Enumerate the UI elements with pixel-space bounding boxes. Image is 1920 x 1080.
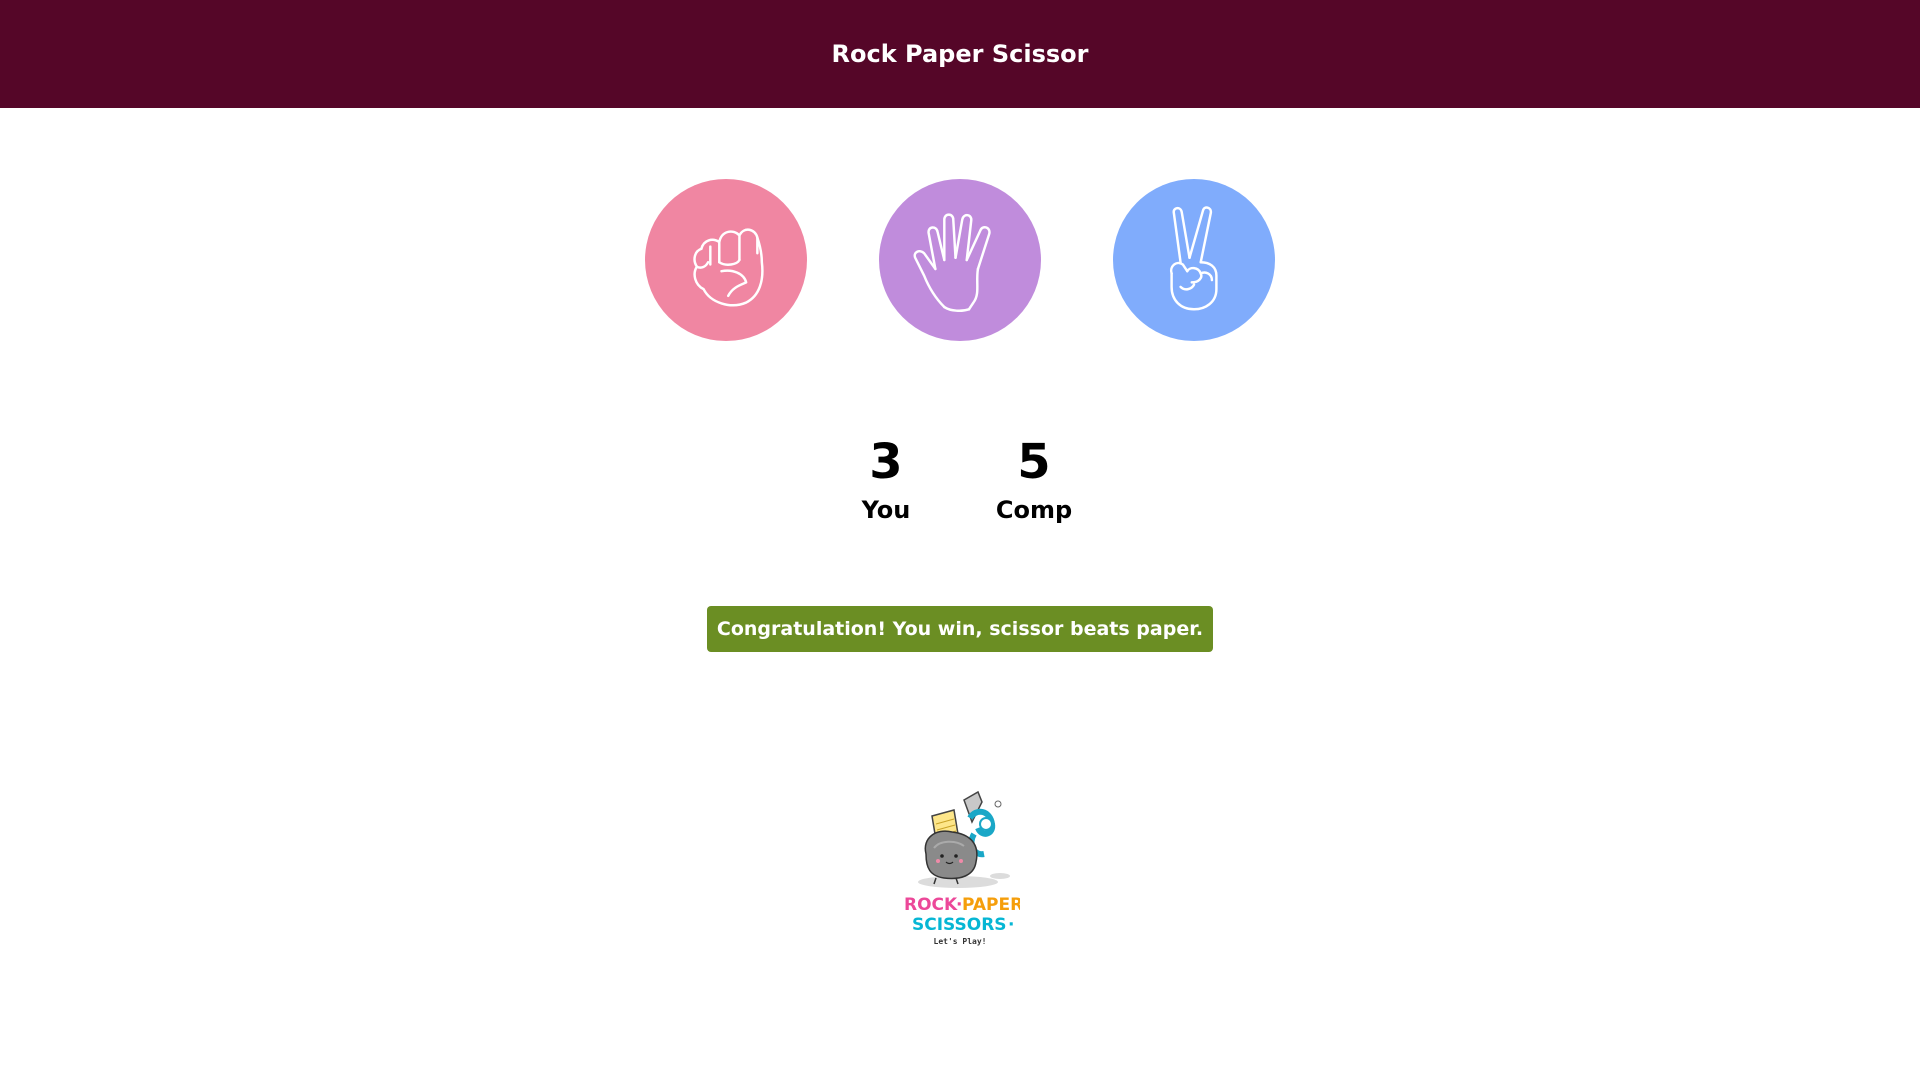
- logo-text-paper: PAPER: [962, 895, 1020, 915]
- peace-hand-icon: [1169, 206, 1218, 311]
- game-logo: ROCK · PAPER SCISSORS · Let's Play!: [900, 788, 1023, 948]
- user-score-label: You: [861, 496, 911, 524]
- result-area: Congratulation! You win, scissor beats p…: [0, 606, 1920, 652]
- user-score-panel: 3 You: [846, 432, 926, 526]
- rock-button[interactable]: [645, 179, 807, 341]
- scoreboard: 3 You 5 Comp: [0, 432, 1920, 526]
- logo-text-scissors: SCISSORS: [912, 915, 1007, 935]
- page-title: Rock Paper Scissor: [831, 40, 1089, 68]
- comp-score: 5: [1017, 434, 1051, 490]
- open-hand-icon: [913, 213, 991, 312]
- app-header: Rock Paper Scissor: [0, 0, 1920, 108]
- choice-buttons: [0, 179, 1920, 341]
- fist-icon: [693, 228, 764, 307]
- user-score: 3: [869, 434, 903, 490]
- logo-tagline: Let's Play!: [934, 937, 987, 946]
- logo-image: ROCK · PAPER SCISSORS · Let's Play!: [904, 790, 1023, 946]
- scissor-button[interactable]: [1113, 179, 1275, 341]
- comp-score-panel: 5 Comp: [994, 432, 1074, 526]
- result-message: Congratulation! You win, scissor beats p…: [706, 606, 1214, 652]
- paper-button[interactable]: [879, 179, 1041, 341]
- logo-text-rock: ROCK: [904, 895, 958, 915]
- comp-score-label: Comp: [995, 496, 1073, 524]
- logo-dot-2: ·: [1008, 915, 1014, 935]
